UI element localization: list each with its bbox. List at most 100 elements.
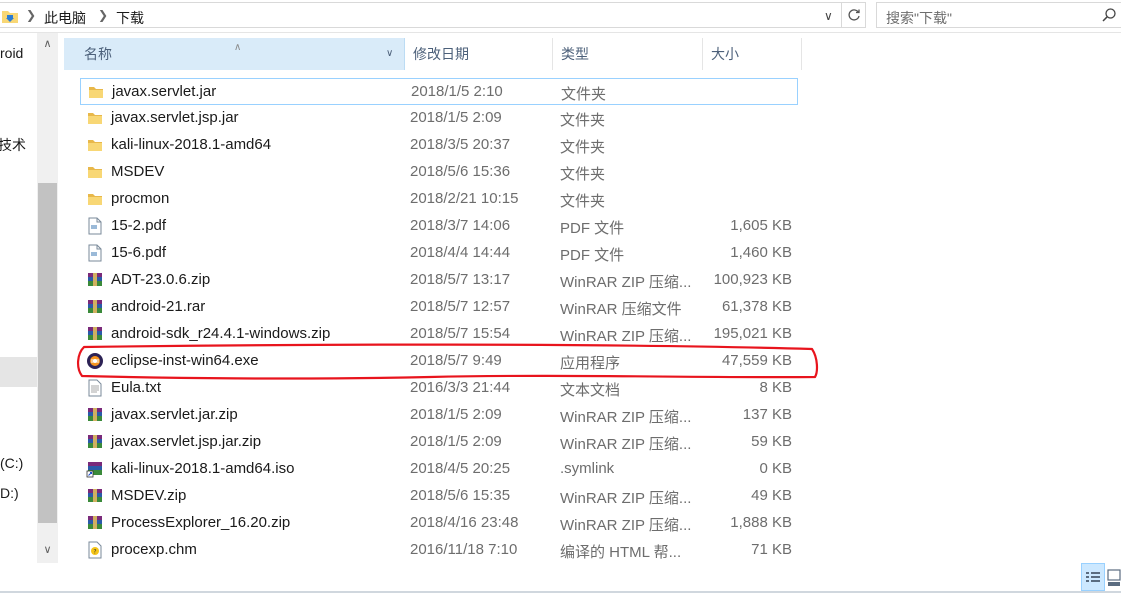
file-row[interactable]: android-sdk_r24.4.1-windows.zip 2018/5/7 … — [80, 321, 798, 348]
file-name: ADT-23.0.6.zip — [111, 271, 211, 288]
folder-icon — [86, 109, 104, 127]
file-name: javax.servlet.jsp.jar — [111, 109, 239, 126]
file-row[interactable]: Eula.txt 2016/3/3 21:44 文本文档 8 KB — [80, 375, 798, 402]
file-type: WinRAR ZIP 压缩... — [560, 490, 692, 507]
refresh-button[interactable] — [842, 2, 866, 28]
file-size: 137 KB — [742, 406, 792, 423]
file-row[interactable]: android-21.rar 2018/5/7 12:57 WinRAR 压缩文件 6… — [80, 294, 798, 321]
file-name: MSDEV — [111, 163, 165, 180]
file-type: PDF 文件 — [560, 247, 625, 264]
file-row[interactable]: ProcessExplorer_16.20.zip 2018/4/16 23:48… — [80, 510, 798, 537]
file-name: javax.servlet.jsp.jar.zip — [111, 433, 262, 450]
file-name: kali-linux-2018.1-amd64.iso — [111, 460, 295, 477]
address-box[interactable]: ❯ 此电脑 ❯ 下载 ∨ — [0, 2, 842, 28]
file-row[interactable]: ADT-23.0.6.zip 2018/5/7 13:17 WinRAR ZIP 压… — [80, 267, 798, 294]
file-type: 文件夹 — [561, 86, 607, 103]
file-row[interactable]: javax.servlet.jsp.jar 2018/1/5 2:09 文件夹 — [80, 105, 798, 132]
nav-item-drive-c[interactable]: (C:) — [0, 455, 23, 471]
file-date: 2018/1/5 2:09 — [410, 109, 502, 126]
file-date: 2018/5/7 12:57 — [410, 298, 511, 315]
column-header-type[interactable]: 类型 — [553, 38, 703, 70]
file-row[interactable]: eclipse-inst-win64.exe 2018/5/7 9:49 应用程序 4… — [80, 348, 798, 375]
file-type: WinRAR ZIP 压缩... — [560, 436, 692, 453]
nav-item-drive-d[interactable]: D:) — [0, 485, 19, 501]
file-row[interactable]: MSDEV.zip 2018/5/6 15:35 WinRAR ZIP 压缩... 4… — [80, 483, 798, 510]
file-size: 1,888 KB — [730, 514, 792, 531]
winrar-archive-icon — [86, 433, 104, 451]
chm-help-icon: ? — [86, 541, 104, 559]
file-date: 2018/4/4 14:44 — [410, 244, 511, 261]
pdf-file-icon — [86, 217, 104, 235]
scroll-up-arrow-icon[interactable]: ∧ — [37, 37, 58, 53]
file-size: 61,378 KB — [721, 298, 792, 315]
nav-scrollbar-thumb[interactable] — [38, 183, 57, 523]
file-size: 71 KB — [751, 541, 792, 558]
file-row[interactable]: kali-linux-2018.1-amd64 2018/3/5 20:37 文件夹 — [80, 132, 798, 159]
svg-text:?: ? — [93, 549, 96, 556]
breadcrumb-this-pc[interactable]: 此电脑 — [44, 8, 86, 28]
column-header-type-label: 类型 — [561, 46, 589, 62]
file-type: 文本文档 — [560, 382, 621, 399]
file-name: procmon — [111, 190, 170, 207]
large-icons-view-button[interactable] — [1107, 563, 1121, 591]
file-type: WinRAR ZIP 压缩... — [560, 517, 692, 534]
file-date: 2018/1/5 2:09 — [410, 433, 502, 450]
file-size: 1,460 KB — [730, 244, 792, 261]
file-row[interactable]: procmon 2018/2/21 10:15 文件夹 — [80, 186, 798, 213]
file-row[interactable]: 15-6.pdf 2018/4/4 14:44 PDF 文件 1,460 KB — [80, 240, 798, 267]
search-icon[interactable] — [1101, 7, 1117, 23]
folder-icon — [86, 163, 104, 181]
file-name: kali-linux-2018.1-amd64 — [111, 136, 272, 153]
file-row[interactable]: 15-2.pdf 2018/3/7 14:06 PDF 文件 1,605 KB — [80, 213, 798, 240]
nav-item-android[interactable]: roid — [0, 45, 23, 61]
folder-download-icon — [2, 11, 18, 23]
nav-item-selected[interactable] — [0, 357, 37, 387]
file-size: 59 KB — [751, 433, 792, 450]
file-size: 8 KB — [759, 379, 792, 396]
file-type: WinRAR 压缩文件 — [560, 301, 682, 318]
details-view-button[interactable] — [1081, 563, 1105, 591]
file-size: 0 KB — [759, 460, 792, 477]
file-size: 195,021 KB — [713, 325, 792, 342]
column-header-name-label: 名称 — [84, 46, 112, 62]
search-input[interactable]: 搜索"下载" — [876, 2, 1121, 28]
file-date: 2018/2/21 10:15 — [410, 190, 519, 207]
column-header-date[interactable]: 修改日期 — [405, 38, 553, 70]
file-row[interactable]: javax.servlet.jsp.jar.zip 2018/1/5 2:09 Wi… — [80, 429, 798, 456]
winrar-archive-icon — [86, 514, 104, 532]
file-name: MSDEV.zip — [111, 487, 187, 504]
chevron-down-icon[interactable]: ∨ — [386, 38, 393, 70]
file-name: android-sdk_r24.4.1-windows.zip — [111, 325, 331, 342]
winrar-archive-icon — [86, 271, 104, 289]
file-type: 编译的 HTML 帮... — [560, 544, 682, 561]
file-type: 文件夹 — [560, 193, 606, 210]
file-type: WinRAR ZIP 压缩... — [560, 274, 692, 291]
file-row[interactable]: ? procexp.chm 2016/11/18 7:10 编译的 HTML 帮...… — [80, 537, 798, 564]
nav-item-tech[interactable]: 技术 — [0, 135, 26, 155]
file-type: .symlink — [560, 460, 615, 477]
file-row[interactable]: javax.servlet.jar.zip 2018/1/5 2:09 WinRAR… — [80, 402, 798, 429]
file-row[interactable]: kali-linux-2018.1-amd64.iso 2018/4/5 20:2… — [80, 456, 798, 483]
search-placeholder: 搜索"下载" — [886, 10, 952, 26]
column-header-size-label: 大小 — [711, 46, 739, 62]
file-name: ProcessExplorer_16.20.zip — [111, 514, 291, 531]
chevron-down-icon[interactable]: ∨ — [824, 9, 833, 23]
file-date: 2018/5/7 9:49 — [410, 352, 502, 369]
file-date: 2018/5/6 15:35 — [410, 487, 511, 504]
file-row[interactable]: javax.servlet.jar 2018/1/5 2:10 文件夹 — [80, 78, 798, 105]
breadcrumb-downloads[interactable]: 下载 — [116, 8, 144, 28]
folder-icon — [86, 136, 104, 154]
file-date: 2018/5/7 15:54 — [410, 325, 511, 342]
winrar-archive-icon — [86, 298, 104, 316]
file-name: 15-6.pdf — [111, 244, 167, 261]
file-name: Eula.txt — [111, 379, 162, 396]
column-headers: ∧ 名称 ∨ 修改日期 类型 大小 — [64, 38, 802, 70]
file-row[interactable]: MSDEV 2018/5/6 15:36 文件夹 — [80, 159, 798, 186]
file-name: android-21.rar — [111, 298, 206, 315]
file-date: 2018/3/5 20:37 — [410, 136, 511, 153]
file-date: 2018/5/6 15:36 — [410, 163, 511, 180]
column-header-name[interactable]: ∧ 名称 ∨ — [64, 38, 405, 70]
file-date: 2018/4/5 20:25 — [410, 460, 511, 477]
scroll-down-arrow-icon[interactable]: ∨ — [37, 543, 58, 559]
column-header-size[interactable]: 大小 — [703, 38, 802, 70]
